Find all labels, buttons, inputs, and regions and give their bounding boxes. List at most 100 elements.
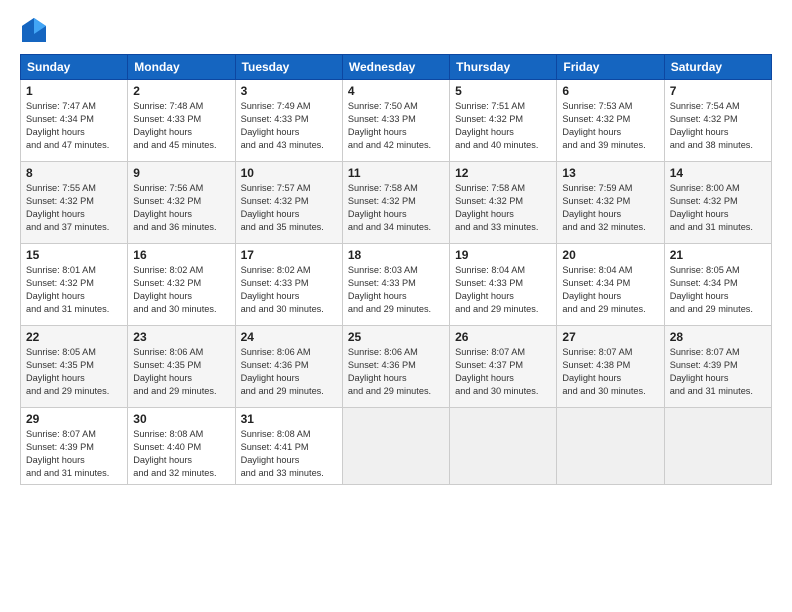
day-number: 20: [562, 248, 658, 262]
day-cell-9: 9 Sunrise: 7:56 AMSunset: 4:32 PMDaylight…: [128, 162, 235, 244]
day-info: Sunrise: 8:05 AMSunset: 4:35 PMDaylight …: [26, 346, 122, 398]
day-info: Sunrise: 8:04 AMSunset: 4:33 PMDaylight …: [455, 264, 551, 316]
day-number: 15: [26, 248, 122, 262]
day-info: Sunrise: 7:58 AMSunset: 4:32 PMDaylight …: [348, 182, 444, 234]
day-number: 13: [562, 166, 658, 180]
day-info: Sunrise: 8:08 AMSunset: 4:41 PMDaylight …: [241, 428, 337, 480]
day-cell-27: 27 Sunrise: 8:07 AMSunset: 4:38 PMDayligh…: [557, 326, 664, 408]
day-number: 10: [241, 166, 337, 180]
day-info: Sunrise: 8:08 AMSunset: 4:40 PMDaylight …: [133, 428, 229, 480]
day-cell-31: 31 Sunrise: 8:08 AMSunset: 4:41 PMDayligh…: [235, 408, 342, 485]
day-number: 19: [455, 248, 551, 262]
day-cell-26: 26 Sunrise: 8:07 AMSunset: 4:37 PMDayligh…: [450, 326, 557, 408]
day-info: Sunrise: 8:01 AMSunset: 4:32 PMDaylight …: [26, 264, 122, 316]
header-day-tuesday: Tuesday: [235, 55, 342, 80]
day-info: Sunrise: 8:07 AMSunset: 4:38 PMDaylight …: [562, 346, 658, 398]
day-number: 14: [670, 166, 766, 180]
header-day-monday: Monday: [128, 55, 235, 80]
day-info: Sunrise: 7:57 AMSunset: 4:32 PMDaylight …: [241, 182, 337, 234]
day-info: Sunrise: 8:06 AMSunset: 4:36 PMDaylight …: [241, 346, 337, 398]
logo-icon: [20, 16, 48, 44]
header: [20, 16, 772, 44]
day-number: 1: [26, 84, 122, 98]
day-cell-8: 8Sunrise: 7:55 AMSunset: 4:32 PMDaylight…: [21, 162, 128, 244]
day-number: 8: [26, 166, 122, 180]
day-info: Sunrise: 8:05 AMSunset: 4:34 PMDaylight …: [670, 264, 766, 316]
day-cell-22: 22 Sunrise: 8:05 AMSunset: 4:35 PMDayligh…: [21, 326, 128, 408]
day-number: 16: [133, 248, 229, 262]
day-cell-7: 7Sunrise: 7:54 AMSunset: 4:32 PMDaylight…: [664, 80, 771, 162]
day-cell-5: 5 Sunrise: 7:51 AMSunset: 4:32 PMDaylight…: [450, 80, 557, 162]
day-number: 12: [455, 166, 551, 180]
day-number: 2: [133, 84, 229, 98]
day-cell-24: 24 Sunrise: 8:06 AMSunset: 4:36 PMDayligh…: [235, 326, 342, 408]
empty-cell: [557, 408, 664, 485]
day-info: Sunrise: 8:00 AMSunset: 4:32 PMDaylight …: [670, 182, 766, 234]
day-cell-6: 6 Sunrise: 7:53 AMSunset: 4:32 PMDaylight…: [557, 80, 664, 162]
day-cell-13: 13 Sunrise: 7:59 AMSunset: 4:32 PMDayligh…: [557, 162, 664, 244]
day-number: 11: [348, 166, 444, 180]
day-cell-23: 23 Sunrise: 8:06 AMSunset: 4:35 PMDayligh…: [128, 326, 235, 408]
day-cell-15: 15 Sunrise: 8:01 AMSunset: 4:32 PMDayligh…: [21, 244, 128, 326]
page: SundayMondayTuesdayWednesdayThursdayFrid…: [0, 0, 792, 612]
day-cell-2: 2 Sunrise: 7:48 AMSunset: 4:33 PMDaylight…: [128, 80, 235, 162]
day-info: Sunrise: 7:56 AMSunset: 4:32 PMDaylight …: [133, 182, 229, 234]
day-cell-25: 25Sunrise: 8:06 AMSunset: 4:36 PMDayligh…: [342, 326, 449, 408]
day-number: 31: [241, 412, 337, 426]
day-info: Sunrise: 8:02 AMSunset: 4:33 PMDaylight …: [241, 264, 337, 316]
day-cell-11: 11 Sunrise: 7:58 AMSunset: 4:32 PMDayligh…: [342, 162, 449, 244]
header-day-wednesday: Wednesday: [342, 55, 449, 80]
day-info: Sunrise: 8:03 AMSunset: 4:33 PMDaylight …: [348, 264, 444, 316]
week-row-3: 15 Sunrise: 8:01 AMSunset: 4:32 PMDayligh…: [21, 244, 772, 326]
empty-cell: [664, 408, 771, 485]
header-day-friday: Friday: [557, 55, 664, 80]
day-info: Sunrise: 8:07 AMSunset: 4:39 PMDaylight …: [26, 428, 122, 480]
day-cell-18: 18 Sunrise: 8:03 AMSunset: 4:33 PMDayligh…: [342, 244, 449, 326]
day-number: 30: [133, 412, 229, 426]
day-info: Sunrise: 7:51 AMSunset: 4:32 PMDaylight …: [455, 100, 551, 152]
day-number: 9: [133, 166, 229, 180]
calendar-table: SundayMondayTuesdayWednesdayThursdayFrid…: [20, 54, 772, 485]
day-info: Sunrise: 7:48 AMSunset: 4:33 PMDaylight …: [133, 100, 229, 152]
day-number: 23: [133, 330, 229, 344]
week-row-5: 29Sunrise: 8:07 AMSunset: 4:39 PMDayligh…: [21, 408, 772, 485]
day-number: 26: [455, 330, 551, 344]
day-cell-14: 14 Sunrise: 8:00 AMSunset: 4:32 PMDayligh…: [664, 162, 771, 244]
day-info: Sunrise: 8:07 AMSunset: 4:37 PMDaylight …: [455, 346, 551, 398]
day-cell-10: 10 Sunrise: 7:57 AMSunset: 4:32 PMDayligh…: [235, 162, 342, 244]
day-number: 3: [241, 84, 337, 98]
day-cell-19: 19 Sunrise: 8:04 AMSunset: 4:33 PMDayligh…: [450, 244, 557, 326]
header-day-sunday: Sunday: [21, 55, 128, 80]
day-info: Sunrise: 8:04 AMSunset: 4:34 PMDaylight …: [562, 264, 658, 316]
day-cell-21: 21Sunrise: 8:05 AMSunset: 4:34 PMDayligh…: [664, 244, 771, 326]
day-info: Sunrise: 7:58 AMSunset: 4:32 PMDaylight …: [455, 182, 551, 234]
day-cell-3: 3 Sunrise: 7:49 AMSunset: 4:33 PMDaylight…: [235, 80, 342, 162]
day-number: 7: [670, 84, 766, 98]
day-number: 27: [562, 330, 658, 344]
day-cell-20: 20 Sunrise: 8:04 AMSunset: 4:34 PMDayligh…: [557, 244, 664, 326]
day-number: 24: [241, 330, 337, 344]
day-number: 5: [455, 84, 551, 98]
day-cell-4: 4Sunrise: 7:50 AMSunset: 4:33 PMDaylight…: [342, 80, 449, 162]
day-info: Sunrise: 7:59 AMSunset: 4:32 PMDaylight …: [562, 182, 658, 234]
day-info: Sunrise: 7:53 AMSunset: 4:32 PMDaylight …: [562, 100, 658, 152]
empty-cell: [342, 408, 449, 485]
week-row-4: 22 Sunrise: 8:05 AMSunset: 4:35 PMDayligh…: [21, 326, 772, 408]
day-info: Sunrise: 7:49 AMSunset: 4:33 PMDaylight …: [241, 100, 337, 152]
day-number: 6: [562, 84, 658, 98]
day-number: 4: [348, 84, 444, 98]
day-cell-17: 17 Sunrise: 8:02 AMSunset: 4:33 PMDayligh…: [235, 244, 342, 326]
day-cell-12: 12 Sunrise: 7:58 AMSunset: 4:32 PMDayligh…: [450, 162, 557, 244]
day-cell-30: 30 Sunrise: 8:08 AMSunset: 4:40 PMDayligh…: [128, 408, 235, 485]
day-info: Sunrise: 8:07 AMSunset: 4:39 PMDaylight …: [670, 346, 766, 398]
day-info: Sunrise: 8:06 AMSunset: 4:35 PMDaylight …: [133, 346, 229, 398]
day-cell-1: 1Sunrise: 7:47 AMSunset: 4:34 PMDaylight…: [21, 80, 128, 162]
day-number: 18: [348, 248, 444, 262]
day-number: 25: [348, 330, 444, 344]
day-info: Sunrise: 8:02 AMSunset: 4:32 PMDaylight …: [133, 264, 229, 316]
day-cell-29: 29Sunrise: 8:07 AMSunset: 4:39 PMDayligh…: [21, 408, 128, 485]
logo: [20, 16, 52, 44]
day-number: 22: [26, 330, 122, 344]
day-number: 17: [241, 248, 337, 262]
header-day-saturday: Saturday: [664, 55, 771, 80]
